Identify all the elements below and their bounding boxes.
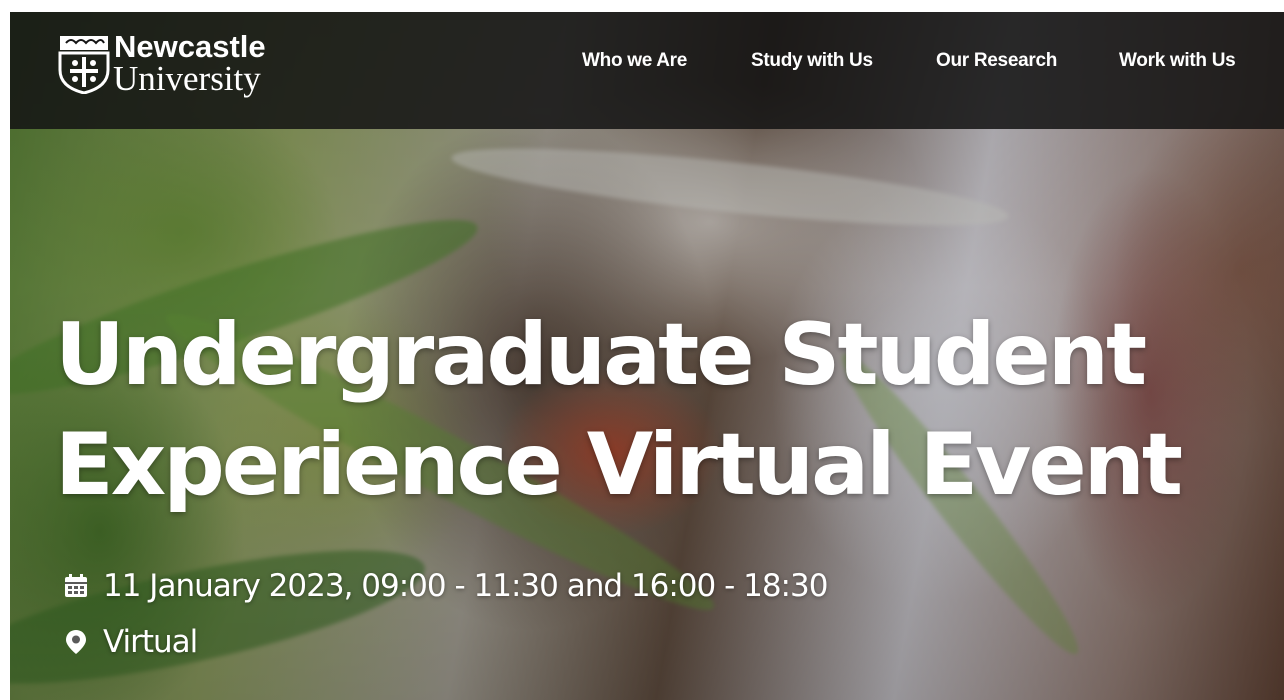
nav-item-work-with-us[interactable]: Work with Us	[1119, 48, 1236, 74]
nav-item-our-research[interactable]: Our Research	[936, 48, 1057, 74]
event-title: Undergraduate Student Experience Virtual…	[55, 300, 1280, 520]
event-title-line-1: Undergraduate Student	[55, 305, 1147, 405]
event-date-text: 11 January 2023, 09:00 - 11:30 and 16:00…	[103, 568, 828, 604]
map-pin-icon	[66, 630, 86, 654]
page: Newcastle University Who we Are Study wi…	[0, 0, 1284, 700]
event-location-text: Virtual	[103, 624, 198, 660]
event-title-line-2: Experience Virtual Event	[55, 415, 1183, 515]
calendar-icon	[65, 574, 87, 597]
main-navigation: Who we Are Study with Us Our Research Wo…	[10, 48, 1284, 78]
site-header: Newcastle University Who we Are Study wi…	[10, 12, 1284, 129]
nav-item-study-with-us[interactable]: Study with Us	[751, 48, 873, 74]
nav-item-who-we-are[interactable]: Who we Are	[582, 48, 687, 74]
